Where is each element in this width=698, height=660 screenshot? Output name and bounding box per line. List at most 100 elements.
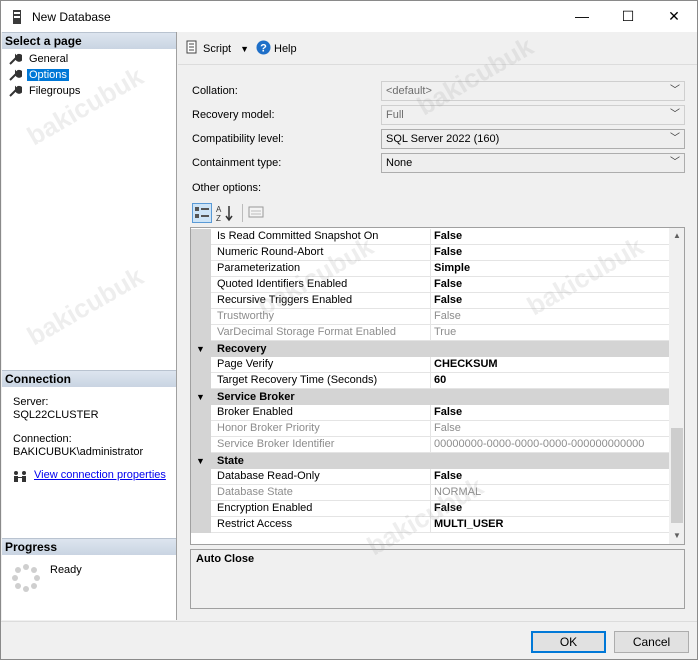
dialog-footer: OK Cancel [1, 621, 697, 659]
connection-label: Connection: [13, 433, 72, 445]
wrench-icon [8, 68, 23, 82]
category-recovery[interactable]: ▼ Recovery [191, 341, 669, 357]
grid-row[interactable]: Database Read-Only False [191, 469, 669, 485]
property-value: False [431, 309, 669, 325]
collapse-chevron-icon[interactable]: ▼ [196, 341, 208, 357]
property-value: False [431, 421, 669, 437]
help-button[interactable]: ? Help [256, 40, 297, 58]
script-label: Script [203, 42, 232, 55]
property-value[interactable]: CHECKSUM [431, 357, 669, 373]
grid-row[interactable]: Is Read Committed Snapshot On False [191, 229, 669, 245]
cancel-button[interactable]: Cancel [614, 631, 689, 653]
categorized-view-button[interactable] [192, 203, 212, 223]
scroll-up-icon[interactable]: ▲ [669, 228, 684, 244]
category-label: Recovery [217, 343, 267, 355]
property-value[interactable]: False [431, 293, 669, 309]
collation-value: <default> [386, 85, 432, 97]
page-item-label: Options [27, 69, 69, 81]
page-item-label: General [29, 53, 69, 65]
compatibility-level-value: SQL Server 2022 (160) [386, 133, 500, 145]
progress-spinner-icon [11, 563, 41, 596]
minimize-button[interactable]: — [559, 1, 605, 31]
grid-row[interactable]: Parameterization Simple [191, 261, 669, 277]
grid-vertical-scrollbar[interactable]: ▲ ▼ [669, 228, 684, 544]
grid-row[interactable]: Page Verify CHECKSUM [191, 357, 669, 373]
chevron-down-icon: ﹀ [670, 85, 680, 96]
collapse-chevron-icon[interactable]: ▼ [196, 389, 208, 405]
connection-value: BAKICUBUK\administrator [13, 446, 144, 458]
help-icon: ? [256, 40, 271, 58]
grid-row: Honor Broker Priority False [191, 421, 669, 437]
grid-row[interactable]: Numeric Round-Abort False [191, 245, 669, 261]
property-pages-icon [247, 206, 265, 224]
category-service-broker[interactable]: ▼ Service Broker [191, 389, 669, 405]
grid-row: VarDecimal Storage Format Enabled True [191, 325, 669, 341]
page-item-options[interactable]: Options [8, 67, 69, 83]
property-pages-button[interactable] [247, 203, 267, 223]
containment-type-select[interactable]: None ﹀ [381, 153, 685, 173]
toolbar: Script ▼ ? Help [178, 32, 697, 65]
view-connection-properties-link[interactable]: View connection properties [34, 469, 166, 481]
help-label: Help [274, 43, 297, 55]
grid-row[interactable]: Restrict Access MULTI_USER [191, 517, 669, 533]
description-title: Auto Close [196, 553, 255, 565]
svg-text:A: A [216, 205, 222, 214]
recovery-model-label: Recovery model: [192, 109, 275, 121]
property-value[interactable]: 60 [431, 373, 669, 389]
page-item-label: Filegroups [29, 85, 81, 97]
select-page-header: Select a page [2, 32, 176, 49]
page-item-filegroups[interactable]: Filegroups [8, 83, 82, 99]
property-value[interactable]: False [431, 405, 669, 421]
property-value[interactable]: False [431, 277, 669, 293]
ok-button[interactable]: OK [531, 631, 606, 653]
new-database-dialog: New Database — ☐ ✕ Select a page General… [0, 0, 698, 660]
close-button[interactable]: ✕ [651, 1, 697, 31]
property-name: Honor Broker Priority [211, 421, 431, 437]
scroll-thumb[interactable] [671, 428, 683, 523]
chevron-down-icon: ﹀ [670, 109, 680, 120]
other-options-label: Other options: [192, 182, 262, 194]
options-panel: Collation: <default> ﹀ Recovery model: F… [178, 66, 697, 620]
compatibility-level-select[interactable]: SQL Server 2022 (160) ﹀ [381, 129, 685, 149]
property-value: NORMAL [431, 485, 669, 501]
grid-row: Trustworthy False [191, 309, 669, 325]
collation-label: Collation: [192, 85, 238, 97]
scroll-down-icon[interactable]: ▼ [669, 528, 684, 544]
property-name: Broker Enabled [211, 405, 431, 421]
grid-row[interactable]: Broker Enabled False [191, 405, 669, 421]
collation-select[interactable]: <default> ﹀ [381, 81, 685, 101]
chevron-down-icon[interactable]: ▼ [240, 44, 249, 54]
property-value[interactable]: False [431, 229, 669, 245]
grid-row[interactable]: Target Recovery Time (Seconds) 60 [191, 373, 669, 389]
alphabetical-sort-button[interactable]: AZ [215, 203, 235, 223]
maximize-button[interactable]: ☐ [605, 1, 651, 31]
grid-row[interactable]: Encryption Enabled False [191, 501, 669, 517]
property-value: True [431, 325, 669, 341]
minimize-icon: — [575, 8, 589, 24]
connection-properties-icon [12, 469, 30, 486]
script-icon [185, 40, 199, 57]
property-value[interactable]: False [431, 501, 669, 517]
property-value[interactable]: MULTI_USER [431, 517, 669, 533]
property-name: Quoted Identifiers Enabled [211, 277, 431, 293]
close-icon: ✕ [668, 7, 680, 24]
property-name: Page Verify [211, 357, 431, 373]
category-state[interactable]: ▼ State [191, 453, 669, 469]
script-button[interactable]: Script ▼ [185, 40, 249, 57]
property-value[interactable]: False [431, 245, 669, 261]
grid-row[interactable]: Recursive Triggers Enabled False [191, 293, 669, 309]
property-name: Service Broker Identifier [211, 437, 431, 453]
toolbar-divider [242, 204, 243, 222]
recovery-model-value: Full [386, 109, 404, 121]
containment-type-value: None [386, 157, 413, 169]
collapse-chevron-icon[interactable]: ▼ [196, 453, 208, 469]
recovery-model-select[interactable]: Full ﹀ [381, 105, 685, 125]
property-name: Restrict Access [211, 517, 431, 533]
property-value[interactable]: Simple [431, 261, 669, 277]
property-value[interactable]: False [431, 469, 669, 485]
property-grid-toolbar: AZ [192, 202, 270, 224]
property-name: Encryption Enabled [211, 501, 431, 517]
grid-row[interactable]: Quoted Identifiers Enabled False [191, 277, 669, 293]
wrench-icon [8, 52, 23, 66]
page-item-general[interactable]: General [8, 51, 70, 67]
